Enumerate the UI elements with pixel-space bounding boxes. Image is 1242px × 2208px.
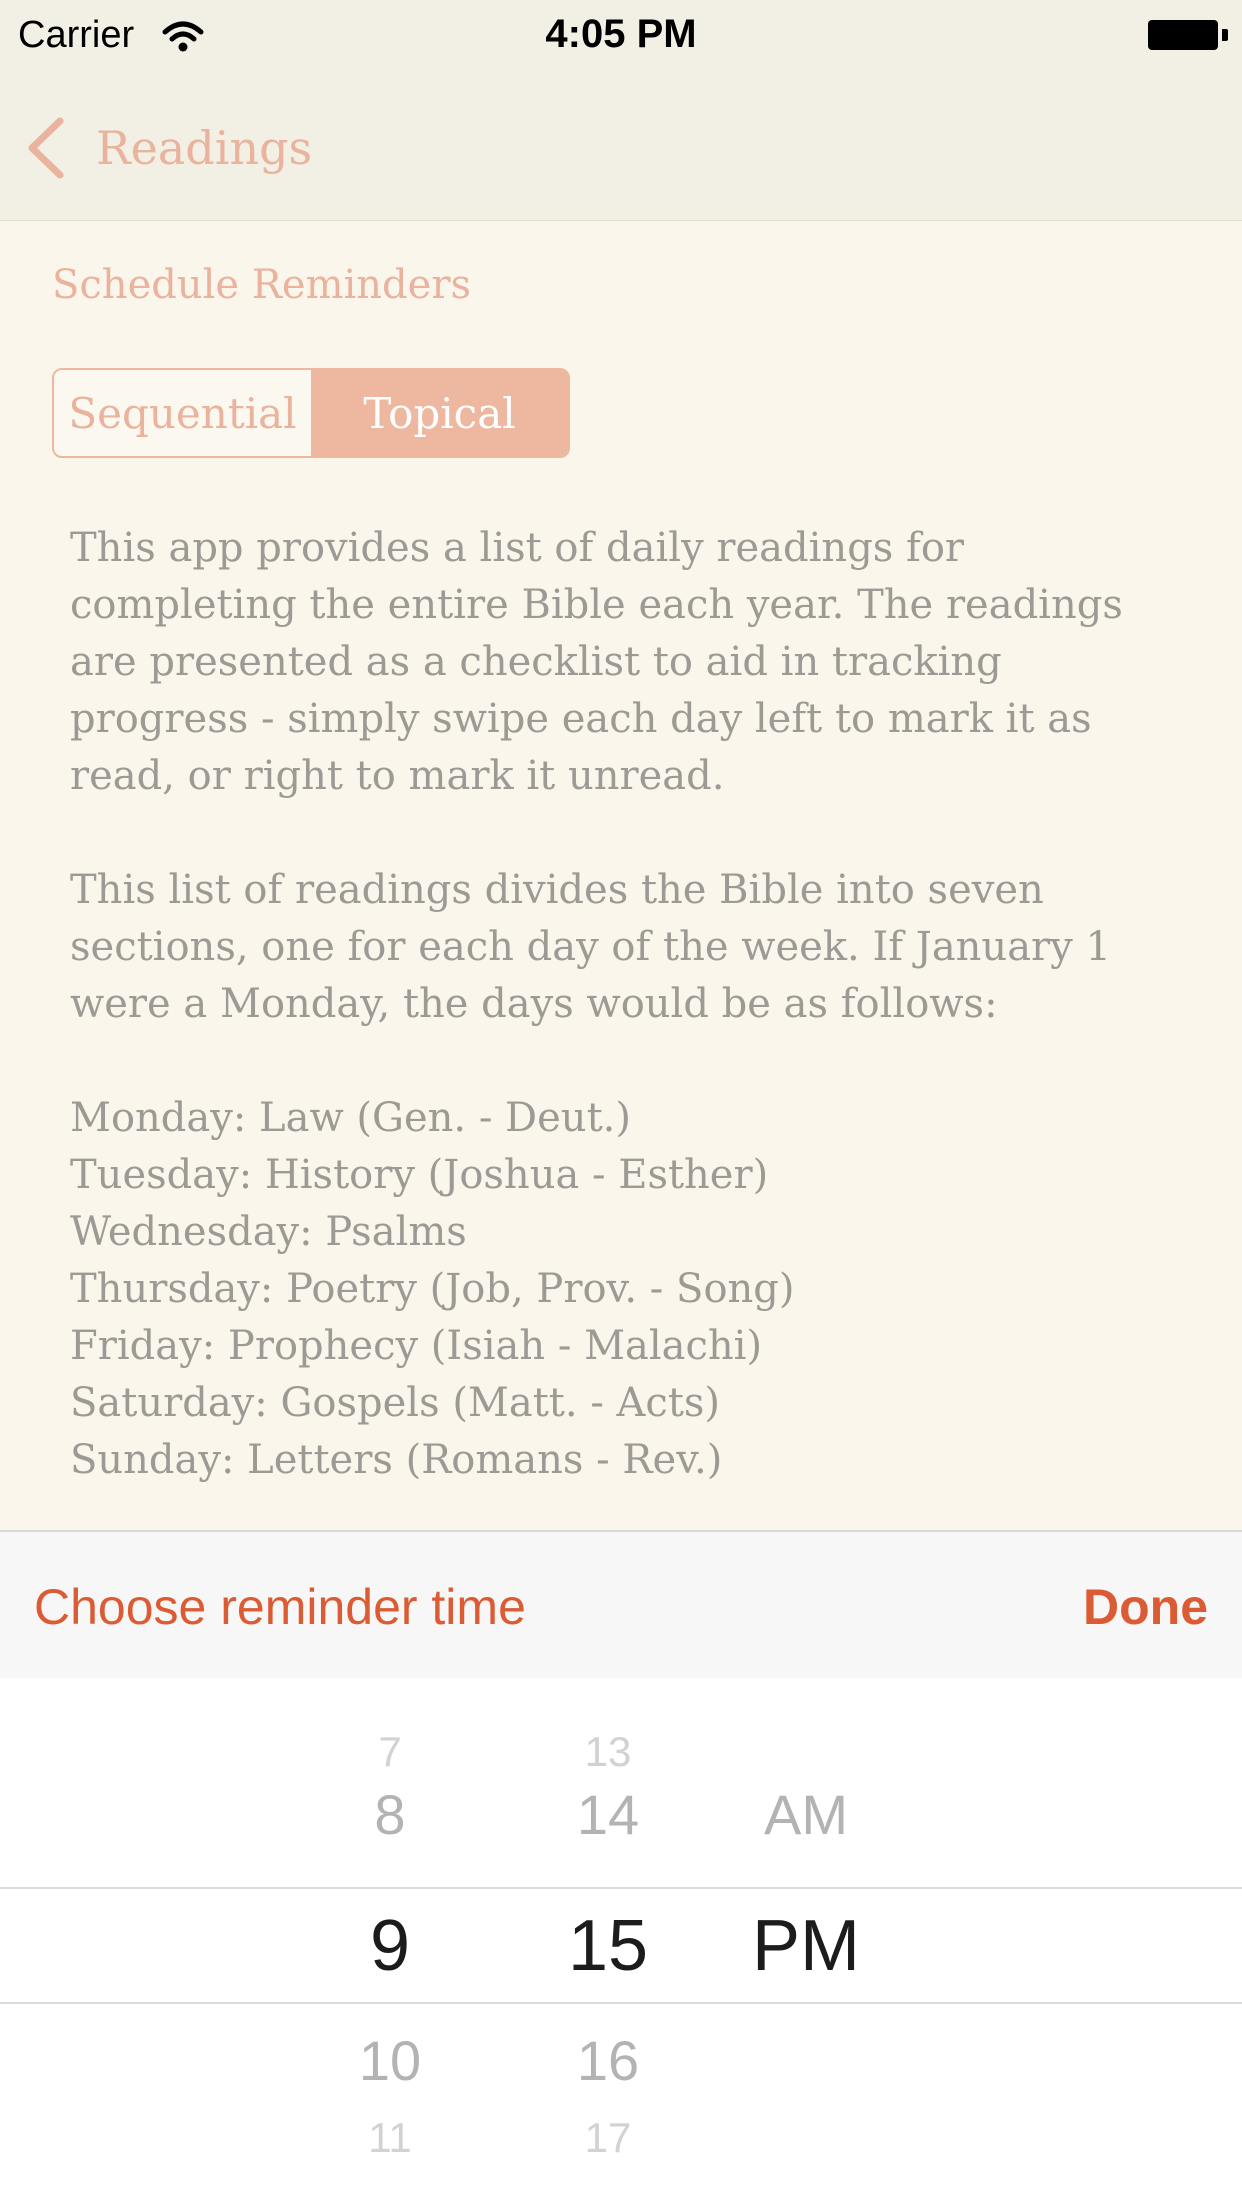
- reading-mode-segmented-control: Sequential Topical: [52, 368, 570, 458]
- minute-option[interactable]: 13: [528, 1728, 688, 1776]
- description-text: This app provides a list of daily readin…: [70, 520, 1180, 1489]
- time-picker[interactable]: 7 8 9 10 11 13 14 15 16 17 AM PM: [0, 1678, 1242, 2208]
- done-button[interactable]: Done: [1083, 1578, 1208, 1636]
- list-item: Wednesday: Psalms: [70, 1209, 467, 1255]
- status-time: 4:05 PM: [545, 12, 697, 56]
- minute-wheel[interactable]: 13 14 15 16 17: [528, 1678, 688, 2208]
- hour-option[interactable]: 8: [310, 1782, 470, 1847]
- picker-toolbar-title: Choose reminder time: [34, 1579, 526, 1635]
- list-item: Thursday: Poetry (Job, Prov. - Song): [70, 1266, 795, 1312]
- description-paragraph-2: This list of readings divides the Bible …: [70, 867, 1111, 1027]
- period-wheel[interactable]: AM PM: [726, 1678, 886, 2208]
- list-item: Tuesday: History (Joshua - Esther): [70, 1152, 769, 1198]
- back-button[interactable]: Readings: [22, 108, 312, 188]
- minute-option-selected[interactable]: 15: [528, 1905, 688, 1987]
- weekday-sections-list: Monday: Law (Gen. - Deut.) Tuesday: Hist…: [70, 1090, 1180, 1489]
- list-item: Monday: Law (Gen. - Deut.): [70, 1095, 631, 1141]
- segment-sequential[interactable]: Sequential: [54, 370, 311, 456]
- hour-option[interactable]: 10: [310, 2028, 470, 2093]
- picker-toolbar: Choose reminder time Done: [0, 1530, 1242, 1680]
- section-title: Schedule Reminders: [52, 262, 471, 308]
- navigation-bar: Readings: [0, 72, 1242, 221]
- hour-option[interactable]: 7: [310, 1728, 470, 1776]
- hour-option[interactable]: 11: [310, 2114, 470, 2162]
- list-item: Friday: Prophecy (Isiah - Malachi): [70, 1323, 763, 1369]
- minute-option[interactable]: 17: [528, 2114, 688, 2162]
- minute-option[interactable]: 14: [528, 1782, 688, 1847]
- hour-wheel[interactable]: 7 8 9 10 11: [310, 1678, 470, 2208]
- hour-option-selected[interactable]: 9: [310, 1905, 470, 1987]
- period-option-selected[interactable]: PM: [726, 1905, 886, 1987]
- segment-topical[interactable]: Topical: [311, 370, 568, 456]
- description-paragraph-1: This app provides a list of daily readin…: [70, 525, 1123, 799]
- chevron-left-icon: [28, 117, 64, 179]
- minute-option[interactable]: 16: [528, 2028, 688, 2093]
- back-button-label: Readings: [96, 121, 313, 175]
- period-option[interactable]: AM: [726, 1782, 886, 1847]
- list-item: Saturday: Gospels (Matt. - Acts): [70, 1380, 721, 1426]
- list-item: Sunday: Letters (Romans - Rev.): [70, 1437, 723, 1483]
- content-area: Schedule Reminders Sequential Topical Th…: [0, 220, 1242, 1530]
- battery-icon: [1148, 20, 1228, 50]
- status-bar: Carrier 4:05 PM: [0, 0, 1242, 72]
